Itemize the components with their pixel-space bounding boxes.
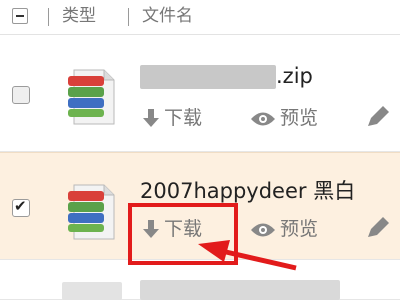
annotation-arrow-icon — [198, 240, 297, 271]
file-list: 类型 文件名 .zip 下载 预览 ✔ 2007happydeer 黑白 下载 … — [0, 0, 400, 300]
